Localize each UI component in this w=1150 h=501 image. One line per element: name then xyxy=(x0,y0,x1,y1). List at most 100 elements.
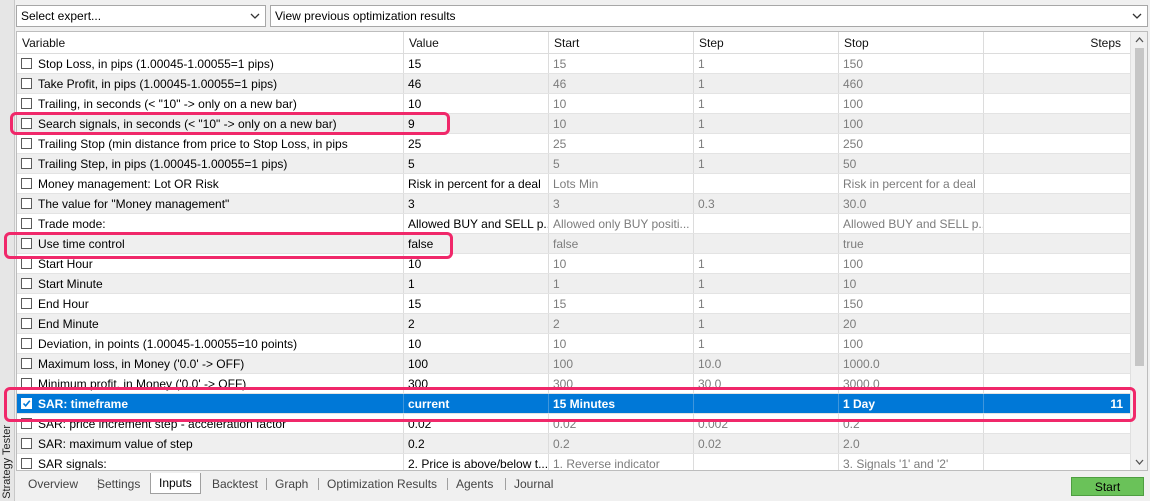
cell-start[interactable]: 5 xyxy=(548,154,693,173)
cell-value[interactable]: 0.2 xyxy=(403,434,548,453)
cell-step[interactable] xyxy=(693,174,838,193)
cell-start[interactable]: 100 xyxy=(548,354,693,373)
table-row[interactable]: Minimum profit, in Money ('0.0' -> OFF) 3… xyxy=(17,374,1131,394)
tab-graph[interactable]: Graph xyxy=(267,473,316,494)
cell-value[interactable]: 0.02 xyxy=(403,414,548,433)
scroll-up-arrow-icon[interactable] xyxy=(1131,33,1147,47)
cell-steps[interactable] xyxy=(983,454,1131,470)
table-row[interactable]: The value for "Money management" 3 3 0.3 30.… xyxy=(17,194,1131,214)
cell-value[interactable]: false xyxy=(403,234,548,253)
cell-start[interactable]: 10 xyxy=(548,334,693,353)
table-row[interactable]: Trailing Stop (min distance from price t… xyxy=(17,134,1131,154)
cell-stop[interactable]: 150 xyxy=(838,54,983,73)
cell-start[interactable]: 15 xyxy=(548,54,693,73)
cell-step[interactable]: 1 xyxy=(693,154,838,173)
cell-stop[interactable]: 460 xyxy=(838,74,983,93)
cell-stop[interactable]: 100 xyxy=(838,254,983,273)
cell-steps[interactable] xyxy=(983,434,1131,453)
table-row[interactable]: End Hour 15 15 1 150 xyxy=(17,294,1131,314)
cell-steps[interactable] xyxy=(983,54,1131,73)
cell-step[interactable]: 10.0 xyxy=(693,354,838,373)
cell-step[interactable]: 1 xyxy=(693,74,838,93)
cell-stop[interactable]: 30.0 xyxy=(838,194,983,213)
cell-steps[interactable] xyxy=(983,334,1131,353)
cell-start[interactable]: 46 xyxy=(548,74,693,93)
cell-start[interactable]: 300 xyxy=(548,374,693,393)
cell-step[interactable]: 0.3 xyxy=(693,194,838,213)
cell-steps[interactable] xyxy=(983,194,1131,213)
column-header-step[interactable]: Step xyxy=(693,32,838,54)
cell-step[interactable]: 1 xyxy=(693,314,838,333)
cell-steps[interactable] xyxy=(983,134,1131,153)
table-row[interactable]: Trade mode: Allowed BUY and SELL p... Allo… xyxy=(17,214,1131,234)
cell-stop[interactable]: true xyxy=(838,234,983,253)
table-row[interactable]: Start Minute 1 1 1 10 xyxy=(17,274,1131,294)
cell-start[interactable]: Allowed only BUY positi... xyxy=(548,214,693,233)
cell-stop[interactable]: 20 xyxy=(838,314,983,333)
cell-step[interactable]: 1 xyxy=(693,134,838,153)
cell-steps[interactable] xyxy=(983,314,1131,333)
cell-steps[interactable] xyxy=(983,294,1131,313)
tab-journal[interactable]: Journal xyxy=(506,473,561,494)
cell-steps[interactable] xyxy=(983,74,1131,93)
column-header-stop[interactable]: Stop xyxy=(838,32,983,54)
cell-start[interactable]: 3 xyxy=(548,194,693,213)
start-button[interactable]: Start xyxy=(1071,477,1144,496)
table-row[interactable]: Stop Loss, in pips (1.00045-1.00055=1 pi… xyxy=(17,54,1131,74)
cell-step[interactable]: 1 xyxy=(693,254,838,273)
cell-stop[interactable]: 1 Day xyxy=(838,394,983,413)
cell-value[interactable]: 9 xyxy=(403,114,548,133)
cell-value[interactable]: 2. Price is above/below t... xyxy=(403,454,548,470)
cell-stop[interactable]: 250 xyxy=(838,134,983,153)
cell-stop[interactable]: 150 xyxy=(838,294,983,313)
cell-start[interactable]: 0.2 xyxy=(548,434,693,453)
table-row[interactable]: Use time control false false true xyxy=(17,234,1131,254)
cell-stop[interactable]: Risk in percent for a deal xyxy=(838,174,983,193)
cell-step[interactable]: 1 xyxy=(693,54,838,73)
cell-start[interactable]: 10 xyxy=(548,114,693,133)
table-row[interactable]: SAR: price increment step - acceleration… xyxy=(17,414,1131,434)
tab-inputs[interactable]: Inputs xyxy=(150,473,201,494)
table-row[interactable]: Deviation, in points (1.00045-1.00055=10… xyxy=(17,334,1131,354)
cell-start[interactable]: 1. Reverse indicator xyxy=(548,454,693,470)
cell-stop[interactable]: 100 xyxy=(838,114,983,133)
cell-value[interactable]: 2 xyxy=(403,314,548,333)
cell-stop[interactable]: 100 xyxy=(838,94,983,113)
cell-start[interactable]: Lots Min xyxy=(548,174,693,193)
cell-step[interactable]: 1 xyxy=(693,114,838,133)
cell-value[interactable]: 3 xyxy=(403,194,548,213)
cell-steps[interactable] xyxy=(983,374,1131,393)
cell-value[interactable]: 15 xyxy=(403,294,548,313)
cell-steps[interactable] xyxy=(983,174,1131,193)
table-row[interactable]: End Minute 2 2 1 20 xyxy=(17,314,1131,334)
cell-steps[interactable]: 11 xyxy=(983,394,1131,413)
cell-start[interactable]: 1 xyxy=(548,274,693,293)
cell-stop[interactable]: 0.2 xyxy=(838,414,983,433)
table-row[interactable]: Money management: Lot OR Risk Risk in per… xyxy=(17,174,1131,194)
cell-value[interactable]: 100 xyxy=(403,354,548,373)
tab-backtest[interactable]: Backtest xyxy=(204,473,266,494)
cell-steps[interactable] xyxy=(983,254,1131,273)
cell-value[interactable]: Risk in percent for a deal xyxy=(403,174,548,193)
cell-stop[interactable]: 100 xyxy=(838,334,983,353)
cell-start[interactable]: 25 xyxy=(548,134,693,153)
column-header-value[interactable]: Value xyxy=(403,32,548,54)
table-row[interactable]: Take Profit, in pips (1.00045-1.00055=1 … xyxy=(17,74,1131,94)
cell-step[interactable] xyxy=(693,234,838,253)
cell-stop[interactable]: Allowed BUY and SELL p... xyxy=(838,214,983,233)
cell-step[interactable]: 1 xyxy=(693,274,838,293)
cell-steps[interactable] xyxy=(983,234,1131,253)
cell-start[interactable]: 0.02 xyxy=(548,414,693,433)
cell-stop[interactable]: 50 xyxy=(838,154,983,173)
cell-steps[interactable] xyxy=(983,214,1131,233)
cell-steps[interactable] xyxy=(983,414,1131,433)
cell-step[interactable]: 1 xyxy=(693,294,838,313)
scrollbar-thumb[interactable] xyxy=(1135,48,1144,366)
expert-select[interactable]: Select expert... xyxy=(16,5,266,27)
cell-step[interactable] xyxy=(693,214,838,233)
cell-steps[interactable] xyxy=(983,154,1131,173)
cell-start[interactable]: 15 xyxy=(548,294,693,313)
column-header-start[interactable]: Start xyxy=(548,32,693,54)
column-header-variable[interactable]: Variable xyxy=(17,32,403,54)
cell-step[interactable]: 1 xyxy=(693,334,838,353)
